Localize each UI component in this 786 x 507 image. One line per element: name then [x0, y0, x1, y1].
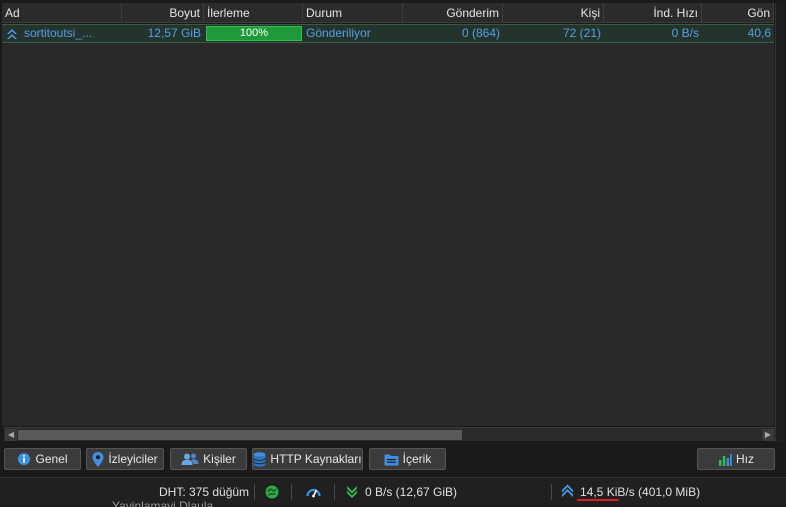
- status-separator: [254, 484, 255, 500]
- tab-trackers[interactable]: İzleyiciler: [86, 448, 164, 470]
- info-icon: [18, 453, 31, 465]
- vertical-scrollbar[interactable]: [775, 3, 784, 442]
- seeds-cell: 0 (864): [461, 26, 500, 40]
- up-speed-cell: 40,6: [747, 26, 771, 40]
- dht-status: DHT: 375 düğüm: [159, 485, 250, 499]
- seeding-icon: [7, 28, 17, 39]
- tab-general[interactable]: Genel: [4, 448, 81, 470]
- people-icon: [181, 453, 199, 465]
- tab-peers[interactable]: Kişiler: [170, 448, 247, 470]
- upload-total: (401,0 MiB): [638, 485, 701, 499]
- column-header-down-speed[interactable]: İnd. Hızı: [604, 3, 702, 22]
- tab-speed-label: Hız: [736, 452, 754, 466]
- speed-limit-icon[interactable]: [306, 485, 321, 499]
- table-header: Ad Boyut İlerleme Durum Gönderim Kişi İn…: [2, 3, 774, 23]
- torrent-name: sortitoutsi_...: [24, 26, 93, 40]
- scrollbar-thumb[interactable]: [18, 430, 462, 440]
- tab-peers-label: Kişiler: [203, 452, 236, 466]
- progress-bar: 100%: [206, 26, 302, 41]
- status-separator: [291, 484, 292, 500]
- status-separator: [334, 484, 335, 500]
- down-speed-cell: 0 B/s: [671, 26, 699, 40]
- connection-status-icon[interactable]: [265, 485, 279, 499]
- tab-content[interactable]: İçerik: [369, 448, 446, 470]
- tab-speed[interactable]: Hız: [697, 448, 775, 470]
- table-row[interactable]: sortitoutsi_... 12,57 GiB 100% Gönderili…: [2, 24, 774, 43]
- location-pin-icon: [92, 451, 104, 467]
- red-underline-annotation: [577, 499, 619, 501]
- upload-rate: 14,5 KiB/s: [580, 485, 635, 499]
- column-header-seeds[interactable]: Gönderim: [403, 3, 503, 22]
- size-cell: 12,57 GiB: [147, 26, 201, 40]
- folder-icon: [384, 454, 399, 465]
- properties-tab-bar: Genel İzleyiciler Kişiler HTTP Kaynaklar…: [0, 446, 786, 472]
- tab-content-label: İçerik: [402, 452, 432, 466]
- column-header-name[interactable]: Ad: [2, 3, 122, 22]
- scroll-right-button[interactable]: ▶: [762, 429, 774, 441]
- peers-cell: 72 (21): [562, 26, 601, 40]
- progress-cell: 100%: [204, 25, 303, 42]
- torrent-list: sortitoutsi_... 12,57 GiB 100% Gönderili…: [2, 24, 774, 426]
- column-header-up-speed[interactable]: Gön: [702, 3, 774, 22]
- background-window-text: Yayinlamayi Dlaula...: [112, 499, 224, 507]
- upload-speed-status: 14,5 KiB/s (401,0 MiB): [580, 485, 700, 499]
- tab-trackers-label: İzleyiciler: [108, 452, 158, 466]
- horizontal-scrollbar[interactable]: ◀ ▶: [4, 427, 775, 441]
- scroll-left-button[interactable]: ◀: [5, 429, 17, 441]
- transfer-list-window: Ad Boyut İlerleme Durum Gönderim Kişi İn…: [0, 0, 786, 507]
- download-icon: [347, 486, 357, 498]
- tab-http-sources[interactable]: HTTP Kaynakları: [252, 448, 363, 470]
- bar-chart-icon: [719, 453, 732, 466]
- column-header-size[interactable]: Boyut: [122, 3, 204, 22]
- download-speed-status: 0 B/s (12,67 GiB): [365, 485, 458, 499]
- tab-http-sources-label: HTTP Kaynakları: [270, 452, 362, 466]
- status-cell: Gönderiliyor: [306, 26, 371, 40]
- column-header-status[interactable]: Durum: [303, 3, 403, 22]
- upload-icon: [562, 484, 573, 497]
- name-cell: sortitoutsi_...: [2, 25, 122, 42]
- column-header-progress[interactable]: İlerleme: [204, 3, 303, 22]
- database-icon: [253, 451, 267, 467]
- status-separator: [551, 484, 552, 500]
- column-header-peers[interactable]: Kişi: [503, 3, 604, 22]
- tab-general-label: Genel: [35, 452, 68, 466]
